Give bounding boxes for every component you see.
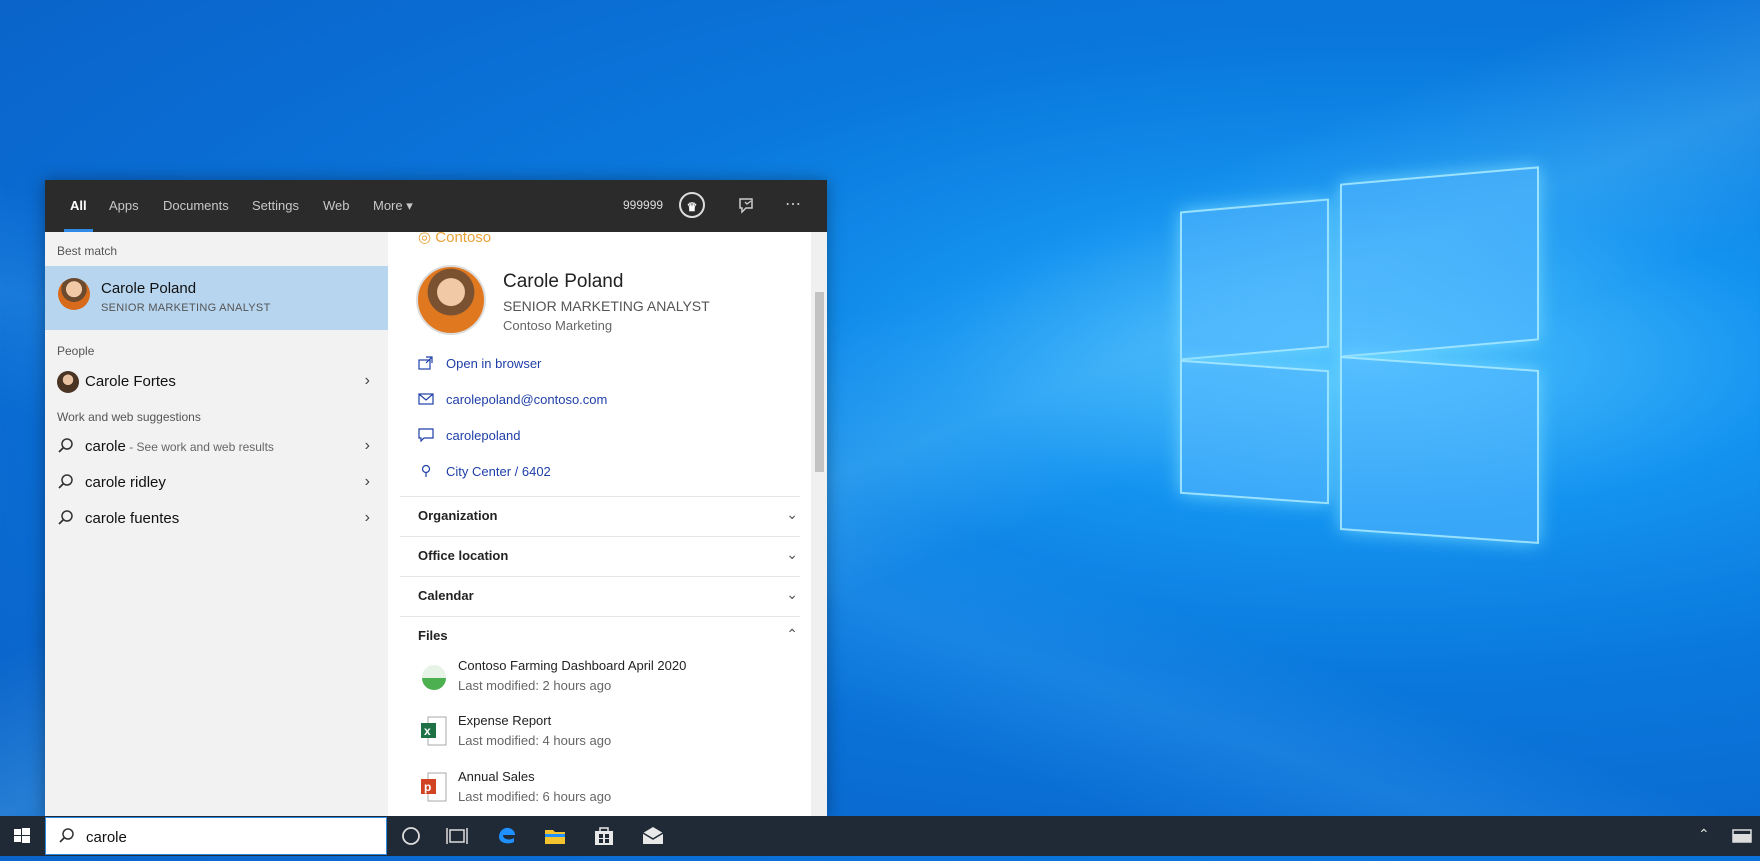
section-office-location[interactable]: Office location ⌄ [400, 536, 800, 575]
profile-avatar [416, 265, 486, 335]
taskbar-search-box[interactable] [45, 817, 387, 855]
open-browser-icon [418, 356, 434, 370]
preview-pane: ◎ Contoso Carole Poland SENIOR MARKETING… [388, 232, 827, 816]
suggestions-header: Work and web suggestions [57, 410, 201, 424]
feedback-icon[interactable] [737, 196, 757, 216]
section-label: Organization [418, 508, 498, 523]
chat-icon [418, 428, 434, 443]
section-label: Office location [418, 548, 509, 563]
section-label: Files [418, 628, 448, 643]
email-link[interactable]: carolepoland@contoso.com [446, 392, 607, 407]
file-modified: Last modified: 6 hours ago [458, 789, 612, 804]
chevron-right-icon: › [364, 473, 370, 490]
chevron-down-icon: ⌄ [786, 546, 798, 562]
svg-text:p: p [424, 780, 431, 794]
section-label: Calendar [418, 588, 474, 603]
tab-web[interactable]: Web [323, 180, 350, 232]
excel-file-icon: x [421, 716, 447, 746]
cortana-icon[interactable] [399, 824, 423, 848]
chevron-right-icon: › [364, 372, 370, 389]
file-modified: Last modified: 2 hours ago [458, 678, 612, 693]
profile-name: Carole Poland [503, 271, 624, 292]
search-icon [58, 438, 73, 453]
edge-icon[interactable] [495, 824, 519, 848]
list-item-suggestion[interactable]: carole - See work and web results › [45, 429, 388, 465]
svg-text:x: x [424, 724, 431, 738]
search-icon [58, 474, 73, 489]
chevron-right-icon: › [364, 437, 370, 454]
best-match-item[interactable]: Carole Poland SENIOR MARKETING ANALYST [45, 266, 388, 330]
tab-all[interactable]: All [64, 180, 93, 232]
dashboard-file-icon [422, 665, 446, 690]
search-tab-bar: All Apps Documents Settings Web More ▾ 9… [45, 180, 827, 232]
list-item-suggestion[interactable]: carole fuentes › [45, 501, 388, 537]
taskbar: ⌃ [0, 816, 1760, 856]
section-calendar[interactable]: Calendar ⌄ [400, 576, 800, 615]
chevron-up-icon: ⌃ [786, 626, 798, 642]
best-match-title: SENIOR MARKETING ANALYST [101, 302, 271, 314]
file-modified: Last modified: 4 hours ago [458, 733, 612, 748]
brand-label: ◎ Contoso [418, 232, 492, 246]
list-item-person[interactable]: Carole Fortes › [45, 364, 388, 400]
open-in-browser-link[interactable]: Open in browser [446, 356, 541, 371]
chevron-right-icon: › [364, 509, 370, 526]
chevron-down-icon: ⌄ [786, 506, 798, 522]
people-header: People [57, 344, 95, 358]
file-name: Annual Sales [458, 769, 535, 784]
search-input[interactable] [84, 826, 378, 848]
section-organization[interactable]: Organization ⌄ [400, 496, 800, 535]
powerpoint-file-icon: p [421, 772, 447, 802]
file-explorer-icon[interactable] [543, 824, 567, 848]
location-icon [418, 464, 434, 478]
best-match-name: Carole Poland [101, 280, 197, 297]
best-match-header: Best match [57, 244, 118, 258]
store-icon[interactable] [592, 824, 616, 848]
mail-icon [418, 392, 434, 406]
list-item-suggestion[interactable]: carole ridley › [45, 465, 388, 501]
chevron-up-icon[interactable]: ⌃ [1698, 826, 1710, 843]
file-name: Contoso Farming Dashboard April 2020 [458, 658, 687, 673]
suggestion-text: carole ridley [85, 474, 166, 491]
suggestion-hint: - See work and web results [125, 440, 274, 454]
tab-more[interactable]: More ▾ [373, 180, 413, 232]
file-name: Expense Report [458, 713, 552, 728]
results-list: Best match Carole Poland SENIOR MARKETIN… [45, 232, 388, 816]
tab-apps[interactable]: Apps [109, 180, 139, 232]
suggestion-text: carole [85, 438, 126, 455]
chevron-down-icon: ⌄ [786, 586, 798, 602]
tab-documents[interactable]: Documents [163, 180, 229, 232]
mail-icon[interactable] [641, 824, 665, 848]
suggestion-text: carole fuentes [85, 510, 180, 527]
search-icon [59, 828, 74, 843]
more-options-icon[interactable]: ⋯ [785, 194, 802, 214]
windows-start-icon[interactable] [0, 816, 44, 856]
search-panel: All Apps Documents Settings Web More ▾ 9… [45, 180, 827, 816]
person-name: Carole Fortes [85, 373, 176, 390]
location-link[interactable]: City Center / 6402 [446, 464, 551, 479]
profile-title: SENIOR MARKETING ANALYST [503, 298, 710, 314]
action-center-icon[interactable] [1730, 824, 1754, 848]
scrollbar-thumb[interactable] [815, 292, 824, 472]
preview-scrollbar[interactable] [811, 232, 827, 816]
task-view-icon[interactable] [445, 824, 469, 848]
tab-settings[interactable]: Settings [252, 180, 299, 232]
profile-department: Contoso Marketing [503, 318, 613, 333]
avatar [57, 371, 79, 393]
section-files[interactable]: Files ⌃ [400, 616, 800, 655]
chat-link[interactable]: carolepoland [446, 428, 520, 443]
rewards-medal-icon[interactable]: ♛ [679, 192, 705, 218]
windows-wallpaper-logo [1180, 166, 1540, 545]
avatar [58, 278, 90, 310]
rewards-points: 999999 [623, 198, 664, 212]
search-icon [58, 510, 73, 525]
